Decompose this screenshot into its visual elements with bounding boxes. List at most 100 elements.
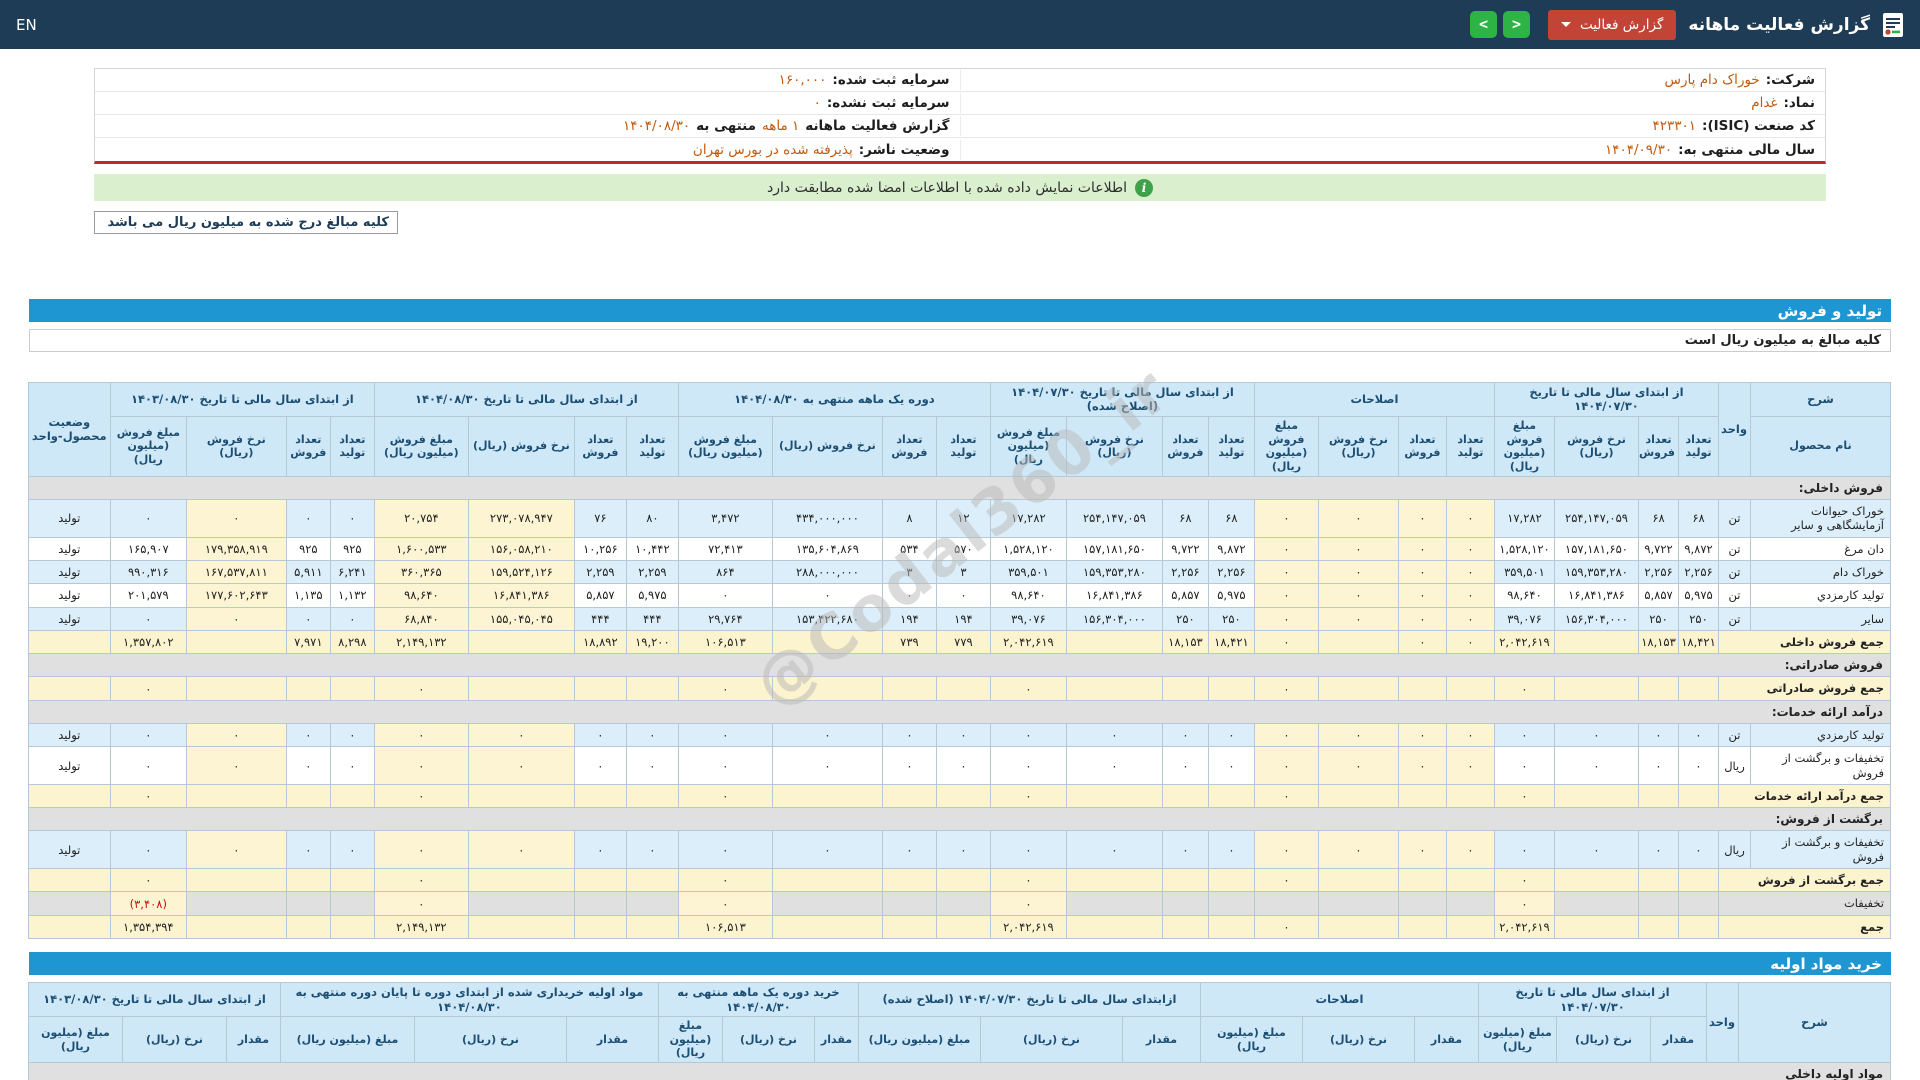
value-cell: ۰: [1398, 560, 1446, 583]
value-cell: ۱۶,۸۴۱,۳۸۶: [1066, 584, 1162, 607]
value-cell: [1398, 869, 1446, 892]
value-cell: ۰: [1398, 631, 1446, 654]
product-name-cell: خوراک حیوانات آزمایشگاهی و سایر: [1751, 499, 1891, 537]
value-cell: ۵,۹۷۵: [1208, 584, 1254, 607]
column-group-header: از ابتدای سال مالی تا تاریخ ۱۴۰۴/۰۸/۳۰: [374, 383, 678, 417]
unregistered-capital-cell: سرمایه ثبت نشده: ۰: [95, 93, 960, 113]
value-cell: ۸,۲۹۸: [330, 631, 374, 654]
value-cell: ۰: [1639, 831, 1679, 869]
value-cell: ۱۰,۲۵۶: [574, 537, 626, 560]
isic-value: ۴۲۳۳۰۱: [1653, 118, 1697, 134]
column-sub-header: مبلغ (میلیون ریال): [1200, 1016, 1302, 1062]
value-cell: [1679, 784, 1719, 807]
value-cell: ۵,۸۵۷: [1162, 584, 1208, 607]
table-row: تولید کارمزديتن۰۰۰۰۰۰۰۰۰۰۰۰۰۰۰۰۰۰۰۰۰۰۰۰ت…: [28, 723, 1890, 746]
column-sub-header: مبلغ فروش (میلیون ریال): [1494, 416, 1554, 476]
value-cell: ۹۸,۶۴۰: [374, 584, 468, 607]
value-cell: [1162, 915, 1208, 938]
value-cell: ۰: [678, 869, 772, 892]
value-cell: ۰: [286, 499, 330, 537]
value-cell: [1162, 892, 1208, 915]
value-cell: ۰: [1066, 723, 1162, 746]
column-sub-header: نرخ (ریال): [1303, 1016, 1415, 1062]
value-cell: ۰: [374, 831, 468, 869]
value-cell: ۰: [574, 723, 626, 746]
value-cell: ۲,۱۴۹,۱۳۲: [374, 631, 468, 654]
value-cell: [1639, 677, 1679, 700]
status-cell: تولید: [28, 831, 110, 869]
value-cell: ۰: [110, 831, 186, 869]
status-cell: [28, 869, 110, 892]
value-cell: ۵۷۰: [936, 537, 990, 560]
value-cell: ۰: [1679, 723, 1719, 746]
column-sub-header: تعداد فروش: [1639, 416, 1679, 476]
value-cell: ۷,۹۷۱: [286, 631, 330, 654]
table-unit-note-text: کلیه مبالغ به میلیون ریال است: [1685, 333, 1881, 348]
status-cell: تولید: [28, 537, 110, 560]
value-cell: ۰: [1254, 831, 1318, 869]
language-toggle[interactable]: EN: [16, 16, 37, 34]
column-group-header: از ابتدای سال مالی تا تاریخ ۱۴۰۴/۰۷/۳۰ (…: [990, 383, 1254, 417]
value-cell: [1066, 892, 1162, 915]
column-sub-header: تعداد فروش: [882, 416, 936, 476]
value-cell: ۲,۰۴۲,۶۱۹: [990, 631, 1066, 654]
row-label-cell: جمع فروش صادراتی: [1719, 677, 1891, 700]
value-cell: ۱۲: [936, 499, 990, 537]
value-cell: ۱,۳۵۷,۸۰۲: [110, 631, 186, 654]
value-cell: [772, 631, 882, 654]
table-row: خوراک حیوانات آزمایشگاهی و سایرتن۶۸۶۸۲۵۴…: [28, 499, 1890, 537]
value-cell: [1066, 915, 1162, 938]
value-cell: ۰: [1494, 869, 1554, 892]
value-cell: ۵,۹۷۵: [626, 584, 678, 607]
column-header-product: نام محصول: [1751, 416, 1891, 476]
value-cell: ۰: [1446, 499, 1494, 537]
column-sub-header: نرخ فروش (ریال): [1066, 416, 1162, 476]
value-cell: ۷۶: [574, 499, 626, 537]
value-cell: ۰: [626, 723, 678, 746]
value-cell: ۰: [882, 831, 936, 869]
value-cell: ۰: [110, 869, 186, 892]
value-cell: ۰: [110, 784, 186, 807]
unit-cell: تن: [1719, 584, 1751, 607]
value-cell: ۰: [1318, 560, 1398, 583]
value-cell: ۳۶۰,۳۶۵: [374, 560, 468, 583]
value-cell: ۰: [286, 607, 330, 630]
report-period-suffix: منتهی به: [696, 118, 756, 134]
value-cell: [1208, 892, 1254, 915]
value-cell: [882, 892, 936, 915]
next-report-button[interactable]: >: [1470, 11, 1497, 38]
column-sub-header: مبلغ فروش (میلیون ریال): [990, 416, 1066, 476]
value-cell: ۰: [1446, 631, 1494, 654]
column-sub-header: مقدار: [814, 1016, 858, 1062]
unregistered-capital-label: سرمایه ثبت نشده:: [827, 95, 950, 111]
value-cell: [1555, 869, 1639, 892]
value-cell: ۶۸: [1208, 499, 1254, 537]
value-cell: [574, 677, 626, 700]
value-cell: ۶۸: [1639, 499, 1679, 537]
column-sub-header: مقدار: [1122, 1016, 1200, 1062]
value-cell: ۰: [678, 584, 772, 607]
status-cell: تولید: [28, 723, 110, 746]
column-sub-header: نرخ فروش (ریال): [186, 416, 286, 476]
column-sub-header: تعداد فروش: [286, 416, 330, 476]
prev-report-button[interactable]: <: [1503, 11, 1530, 38]
value-cell: ۰: [330, 607, 374, 630]
unit-cell: ریال: [1719, 831, 1751, 869]
value-cell: ۰: [1446, 560, 1494, 583]
value-cell: [1208, 915, 1254, 938]
column-sub-header: مبلغ فروش (میلیون ریال): [678, 416, 772, 476]
value-cell: ۲,۲۵۶: [1208, 560, 1254, 583]
value-cell: ۰: [574, 747, 626, 785]
table-row: سایرتن۲۵۰۲۵۰۱۵۶,۳۰۴,۰۰۰۳۹,۰۷۶۰۰۰۰۲۵۰۲۵۰۱…: [28, 607, 1890, 630]
value-cell: ۰: [1254, 869, 1318, 892]
report-type-button[interactable]: گزارش فعالیت: [1548, 10, 1676, 40]
column-header-desc: شرح: [1751, 383, 1891, 417]
sum-row: جمع درآمد ارائه خدمات۰۰۰۰۰۰: [28, 784, 1890, 807]
value-cell: ۱,۵۲۸,۱۲۰: [990, 537, 1066, 560]
fiscal-year-cell: سال مالی منتهی به: ۱۴۰۴/۰۹/۳۰: [960, 140, 1826, 160]
value-cell: ۰: [286, 831, 330, 869]
value-cell: [1679, 869, 1719, 892]
value-cell: [936, 892, 990, 915]
value-cell: [286, 869, 330, 892]
value-cell: ۰: [286, 747, 330, 785]
